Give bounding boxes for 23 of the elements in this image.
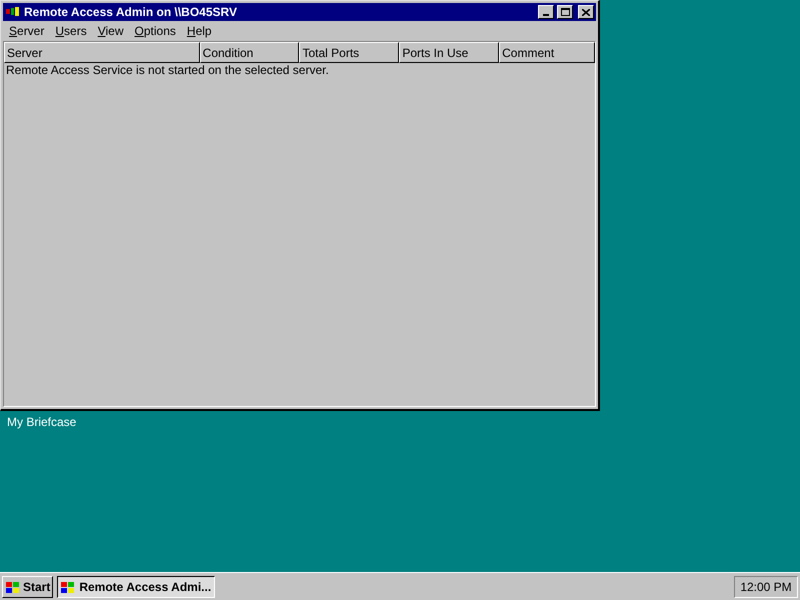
menu-item[interactable]: Users	[50, 22, 92, 40]
column-header[interactable]: Ports In Use	[399, 42, 500, 63]
menu-item[interactable]: View	[92, 22, 129, 40]
app-icon	[60, 580, 76, 594]
column-header[interactable]: Comment	[499, 42, 595, 63]
window-title: Remote Access Admin on \\BO45SRV	[24, 4, 238, 21]
menu-item[interactable]: Options	[130, 22, 181, 40]
column-header[interactable]: Server	[4, 42, 200, 63]
desktop-icon-label[interactable]: My Briefcase	[7, 415, 76, 429]
close-button[interactable]	[578, 5, 594, 19]
column-header[interactable]: Condition	[200, 42, 300, 63]
clock: 12:00 PM	[734, 576, 798, 598]
menu-item[interactable]: Server	[4, 22, 50, 40]
status-message: Remote Access Service is not started on the selected server.	[5, 63, 330, 77]
close-icon	[582, 8, 590, 16]
column-header[interactable]: Total Ports	[299, 42, 400, 63]
taskbar-button[interactable]: Remote Access Admi...	[57, 576, 216, 598]
app-icon	[5, 5, 21, 19]
maximize-button[interactable]	[557, 5, 573, 19]
start-button[interactable]: Start	[2, 576, 54, 598]
menu-item[interactable]: Help	[182, 22, 217, 40]
windows-logo-icon	[5, 580, 21, 594]
minimize-button[interactable]	[538, 5, 554, 19]
